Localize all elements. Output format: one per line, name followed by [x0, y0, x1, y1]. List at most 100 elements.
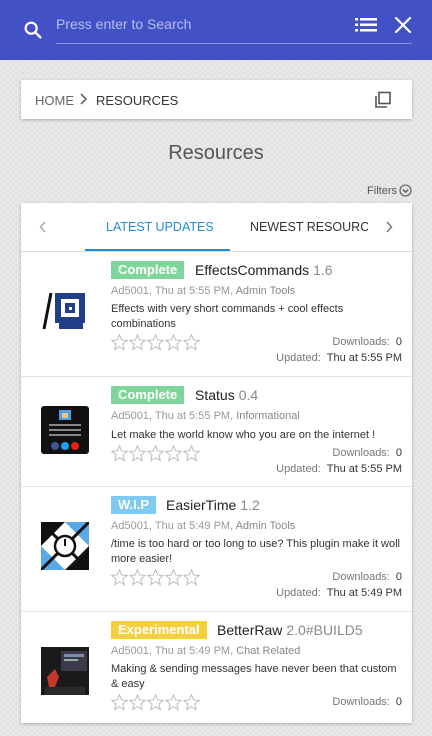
downloads-count: 0: [395, 447, 402, 459]
resource-panel: LATEST UPDATES NEWEST RESOURCES Complete…: [21, 203, 412, 723]
resource-version: 2.0#BUILD5: [286, 622, 363, 638]
page-title: Resources: [168, 142, 264, 164]
resource-meta: Ad5001, Thu at 5:49 PM, Chat Related: [111, 645, 301, 657]
betterraw-thumbnail[interactable]: [41, 647, 89, 695]
downloads-stat: Downloads: 0: [332, 447, 402, 459]
search-input[interactable]: [56, 13, 356, 35]
updated-label: Updated:: [276, 463, 321, 475]
downloads-stat: Downloads: 0: [332, 571, 402, 583]
resource-description: Let make the world know who you are on t…: [111, 429, 376, 441]
resource-category[interactable]: Admin Tools: [236, 520, 296, 532]
star-icon[interactable]: [111, 445, 128, 462]
star-icon[interactable]: [183, 569, 200, 586]
star-icon[interactable]: [147, 334, 164, 351]
status-badge: W.I.P: [111, 496, 157, 514]
breadcrumb-home-link[interactable]: HOME: [35, 93, 74, 108]
resource-tabs: LATEST UPDATES NEWEST RESOURCES: [21, 203, 412, 252]
star-icon[interactable]: [165, 445, 182, 462]
status-thumbnail[interactable]: [41, 406, 89, 454]
updated-stat: Updated: Thu at 5:55 PM: [276, 463, 402, 475]
easiertime-thumbnail[interactable]: [41, 522, 89, 570]
resource-author[interactable]: Ad5001: [111, 410, 149, 422]
tab-latest-updates-label: LATEST UPDATES: [106, 220, 214, 234]
resource-title[interactable]: BetterRaw 2.0#BUILD5: [217, 622, 363, 638]
star-icon[interactable]: [111, 334, 128, 351]
list-view-icon[interactable]: [355, 16, 377, 34]
resource-item[interactable]: Complete Status 0.4 Ad5001, Thu at 5:55 P…: [21, 377, 412, 487]
star-icon[interactable]: [147, 694, 164, 711]
tab-newest-resources[interactable]: NEWEST RESOURCES: [250, 220, 368, 234]
resource-title[interactable]: Status 0.4: [195, 387, 258, 403]
resource-time: Thu at 5:55 PM: [154, 410, 231, 422]
resource-name[interactable]: BetterRaw: [217, 622, 282, 638]
downloads-stat: Downloads: 0: [332, 696, 402, 708]
resource-name[interactable]: EffectsCommands: [195, 262, 309, 278]
star-icon[interactable]: [147, 445, 164, 462]
star-icon[interactable]: [129, 445, 146, 462]
downloads-label: Downloads:: [332, 571, 390, 583]
updated-stat: Updated: Thu at 5:49 PM: [276, 587, 402, 599]
tab-next-arrow-icon[interactable]: [385, 221, 393, 233]
search-underline: [56, 43, 412, 44]
resource-meta: Ad5001, Thu at 5:55 PM, Admin Tools: [111, 285, 296, 297]
star-icon[interactable]: [165, 569, 182, 586]
filters-label: Filters: [367, 184, 397, 197]
effectscommands-thumbnail[interactable]: [41, 287, 89, 335]
status-badge: Complete: [111, 261, 185, 279]
close-icon[interactable]: [394, 16, 412, 34]
resource-author[interactable]: Ad5001: [111, 645, 149, 657]
chevron-right-icon: [80, 93, 88, 105]
star-icon[interactable]: [129, 569, 146, 586]
updated-label: Updated:: [276, 352, 321, 364]
breadcrumb-current: RESOURCES: [96, 93, 179, 108]
downloads-label: Downloads:: [332, 447, 390, 459]
top-search-bar: [0, 0, 432, 60]
resource-meta: Ad5001, Thu at 5:55 PM, Informational: [111, 410, 300, 422]
star-rating[interactable]: [111, 334, 200, 351]
resource-author[interactable]: Ad5001: [111, 520, 149, 532]
resource-title[interactable]: EffectsCommands 1.6: [195, 262, 333, 278]
resource-version: 0.4: [238, 387, 259, 403]
resource-description: Making & sending messages have never bee…: [111, 663, 397, 690]
downloads-label: Downloads:: [332, 336, 390, 348]
resource-category[interactable]: Informational: [236, 410, 300, 422]
star-icon[interactable]: [183, 445, 200, 462]
updated-time: Thu at 5:55 PM: [326, 352, 402, 364]
updated-label: Updated:: [276, 587, 321, 599]
copy-icon[interactable]: [374, 91, 392, 109]
star-icon[interactable]: [129, 694, 146, 711]
resource-version: 1.6: [313, 262, 333, 278]
resource-category[interactable]: Chat Related: [236, 645, 300, 657]
chevron-down-circle-icon: [399, 184, 412, 197]
star-icon[interactable]: [147, 569, 164, 586]
breadcrumb: HOME RESOURCES: [21, 80, 412, 119]
star-rating[interactable]: [111, 445, 200, 462]
resource-category[interactable]: Admin Tools: [236, 285, 296, 297]
resource-time: Thu at 5:55 PM: [154, 285, 231, 297]
resource-description: /time is too hard or too long to use? Th…: [111, 538, 401, 565]
star-rating[interactable]: [111, 694, 200, 711]
star-icon[interactable]: [165, 334, 182, 351]
resource-time: Thu at 5:49 PM: [154, 520, 231, 532]
filters-toggle[interactable]: Filters: [367, 184, 412, 197]
resource-item[interactable]: W.I.P EasierTime 1.2 Ad5001, Thu at 5:49 …: [21, 487, 412, 612]
tab-latest-updates[interactable]: LATEST UPDATES: [85, 203, 230, 251]
resource-time: Thu at 5:49 PM: [154, 645, 231, 657]
downloads-count: 0: [395, 696, 402, 708]
star-icon[interactable]: [183, 694, 200, 711]
resource-author[interactable]: Ad5001: [111, 285, 149, 297]
star-icon[interactable]: [111, 694, 128, 711]
star-icon[interactable]: [129, 334, 146, 351]
star-icon[interactable]: [111, 569, 128, 586]
resource-name[interactable]: EasierTime: [166, 497, 236, 513]
status-badge: Experimental: [111, 621, 207, 639]
star-icon[interactable]: [165, 694, 182, 711]
star-icon[interactable]: [183, 334, 200, 351]
resource-item[interactable]: Experimental BetterRaw 2.0#BUILD5 Ad5001,…: [21, 612, 412, 736]
resource-name[interactable]: Status: [195, 387, 235, 403]
star-rating[interactable]: [111, 569, 200, 586]
resource-item[interactable]: Complete EffectsCommands 1.6 Ad5001, Thu …: [21, 252, 412, 377]
resource-title[interactable]: EasierTime 1.2: [166, 497, 260, 513]
search-icon[interactable]: [22, 19, 44, 41]
tab-prev-arrow-icon[interactable]: [39, 221, 47, 233]
